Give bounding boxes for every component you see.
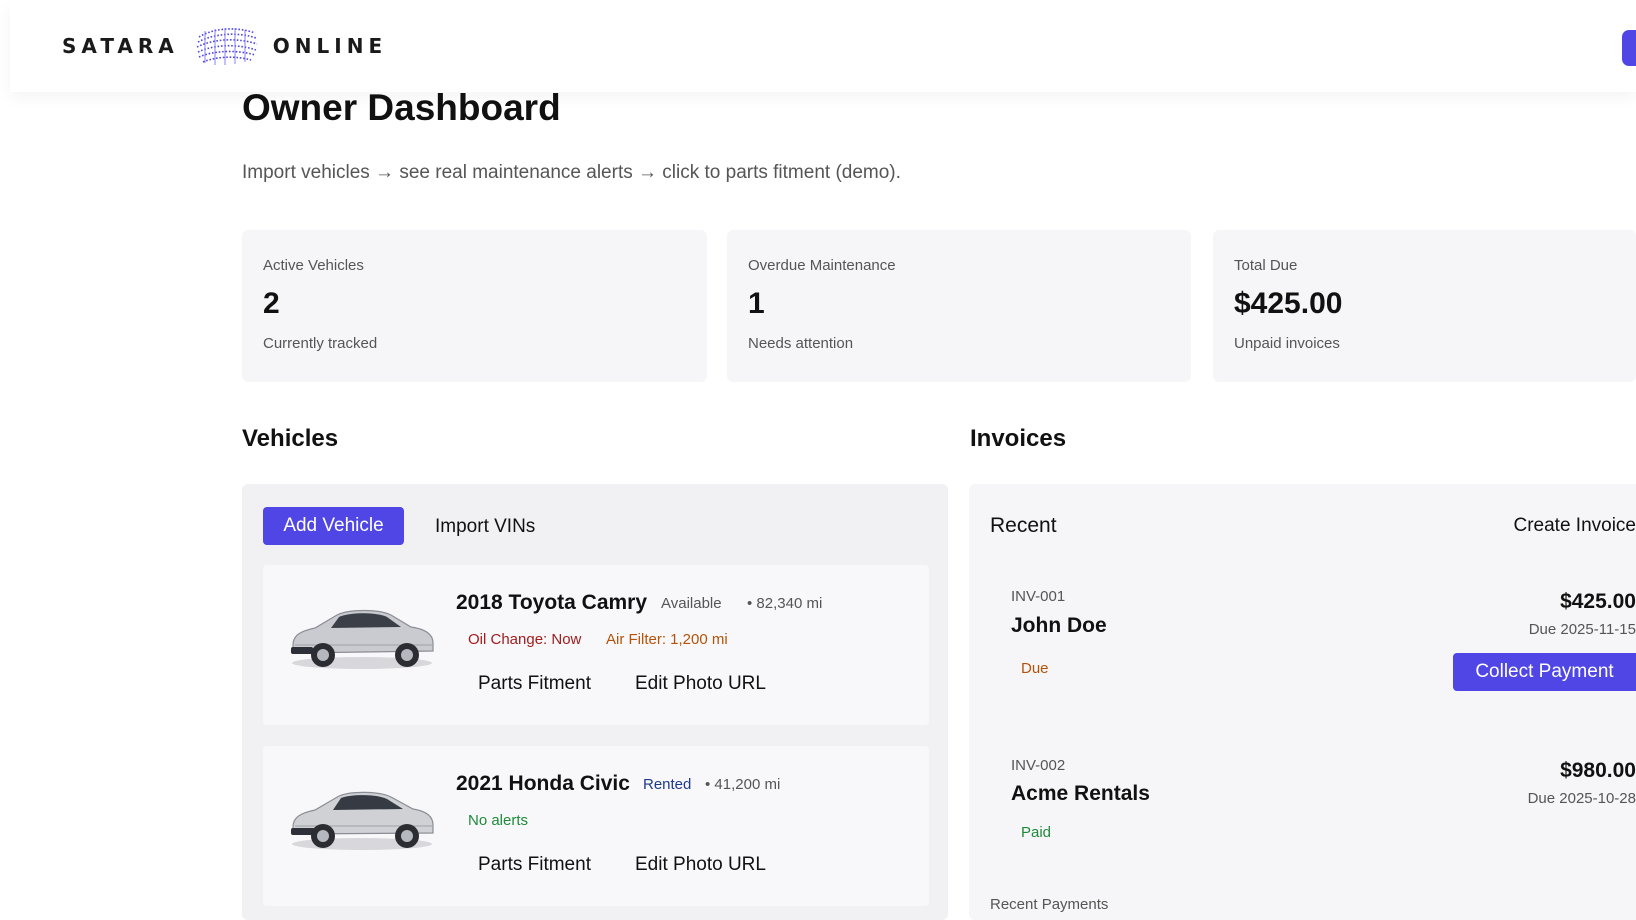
maintenance-alert-none: No alerts xyxy=(468,812,529,829)
stat-value: 1 xyxy=(748,287,765,320)
vehicle-name: 2018 Toyota Camry xyxy=(456,591,648,614)
stat-value: 2 xyxy=(263,287,280,320)
brand-name-left: SATARA xyxy=(62,34,179,58)
edit-photo-url-button[interactable]: Edit Photo URL xyxy=(635,673,766,695)
page-subtitle: Import vehicles → see real maintenance a… xyxy=(242,162,901,183)
stat-note: Currently tracked xyxy=(263,335,378,352)
invoice-due-date: Due 2025-10-28 xyxy=(1527,790,1636,807)
stat-note: Needs attention xyxy=(748,335,854,352)
vehicles-panel: Add Vehicle Import VINs 2018 Toyota Camr… xyxy=(242,484,948,920)
stat-label: Active Vehicles xyxy=(263,257,364,274)
vehicle-mileage: • 41,200 mi xyxy=(705,776,781,793)
brand-logo-link[interactable]: SATARA ONLINE xyxy=(62,26,387,66)
top-navbar: SATARA ONLINE xyxy=(10,0,1636,92)
stat-card-active-vehicles: Active Vehicles 2 Currently tracked xyxy=(242,230,707,382)
invoice-customer-name: Acme Rentals xyxy=(1011,782,1150,805)
recent-invoices-label: Recent xyxy=(990,514,1057,537)
brand-name-right: ONLINE xyxy=(272,34,388,58)
stat-value: $425.00 xyxy=(1234,287,1343,320)
maintenance-alert-oil: Oil Change: Now xyxy=(468,631,582,648)
vehicle-card: 2018 Toyota Camry Available • 82,340 mi … xyxy=(263,565,929,725)
stat-card-total-due: Total Due $425.00 Unpaid invoices xyxy=(1213,230,1636,382)
wave-sphere-logo-icon xyxy=(196,28,258,65)
vehicle-status-badge: Available xyxy=(661,595,722,612)
vehicle-card: 2021 Honda Civic Rented • 41,200 mi No a… xyxy=(263,746,929,906)
collect-payment-button[interactable]: Collect Payment xyxy=(1453,653,1636,691)
recent-payments-label: Recent Payments xyxy=(990,896,1109,913)
invoice-amount: $980.00 xyxy=(1560,759,1636,782)
invoices-panel: Recent Create Invoice INV-001 John Doe D… xyxy=(969,484,1636,920)
invoice-amount: $425.00 xyxy=(1560,590,1636,613)
invoice-customer-name: John Doe xyxy=(1011,614,1107,637)
parts-fitment-button[interactable]: Parts Fitment xyxy=(478,673,591,695)
stat-card-overdue-maintenance: Overdue Maintenance 1 Needs attention xyxy=(727,230,1191,382)
invoice-id: INV-002 xyxy=(1011,757,1066,774)
stat-note: Unpaid invoices xyxy=(1234,335,1340,352)
vehicle-photo xyxy=(291,609,434,669)
vehicle-name: 2021 Honda Civic xyxy=(456,772,630,795)
invoice-due-date: Due 2025-11-15 xyxy=(1528,621,1636,638)
invoice-id: INV-001 xyxy=(1011,588,1066,605)
page-title: Owner Dashboard xyxy=(242,87,561,128)
invoice-status-badge: Due xyxy=(1021,660,1049,677)
header-action-button[interactable] xyxy=(1622,30,1636,66)
vehicles-section-title: Vehicles xyxy=(242,425,339,452)
stat-label: Overdue Maintenance xyxy=(748,257,896,274)
edit-photo-url-button[interactable]: Edit Photo URL xyxy=(635,854,766,876)
vehicle-mileage: • 82,340 mi xyxy=(747,595,823,612)
vehicle-photo xyxy=(291,791,434,850)
invoices-section-title: Invoices xyxy=(970,425,1067,452)
vehicle-status-badge: Rented xyxy=(643,776,692,793)
invoice-status-badge: Paid xyxy=(1021,824,1052,841)
create-invoice-button[interactable]: Create Invoice xyxy=(1513,515,1636,537)
add-vehicle-button[interactable]: Add Vehicle xyxy=(263,507,404,545)
parts-fitment-button[interactable]: Parts Fitment xyxy=(478,854,591,876)
stat-label: Total Due xyxy=(1234,257,1298,274)
import-vins-button[interactable]: Import VINs xyxy=(435,516,535,538)
maintenance-alert-air-filter: Air Filter: 1,200 mi xyxy=(606,631,728,648)
